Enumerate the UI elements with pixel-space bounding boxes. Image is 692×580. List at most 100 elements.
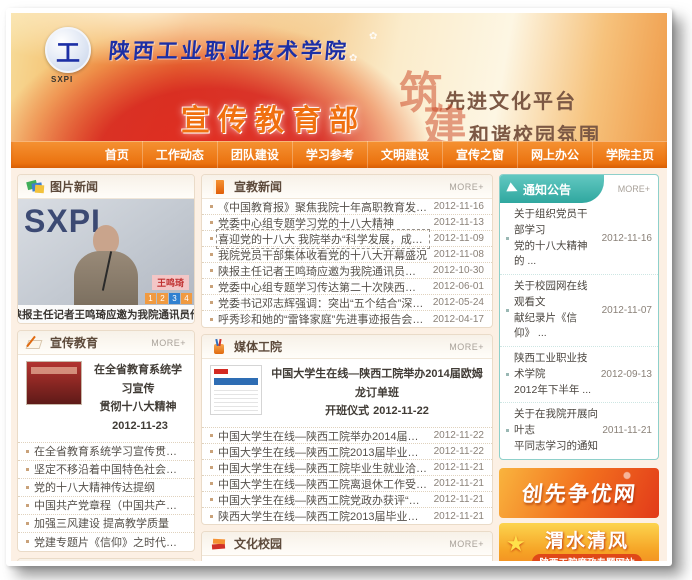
nameplate: 王鸣琦 xyxy=(152,275,189,290)
logo-acronym: SXPI xyxy=(51,75,73,84)
more-link[interactable]: MORE+ xyxy=(151,338,186,348)
right-column: 通知公告 MORE+ 关于组织党员干部学习党的十八大精神的 ... 2012-1… xyxy=(499,174,659,555)
content-area: 图片新闻 SXPI 王鸣琦 1 2 3 4 陕报主 xyxy=(11,168,667,561)
header-banner: 工 SXPI 陕西工业职业技术学院 宣传教育部 筑先进文化平台 建和谐校园氛围 … xyxy=(11,13,667,141)
nav-item-study-reference[interactable]: 学习参考 xyxy=(292,141,367,168)
list-item[interactable]: 党建专题片《信仰》之时代先锋行（视频 ... xyxy=(18,533,194,551)
news-item[interactable]: 陕报主任记者王鸣琦应邀为我院通讯员作第三期业 ...2012-10-30 xyxy=(202,263,492,279)
page-dot-3-active[interactable]: 3 xyxy=(169,293,180,304)
page-dot-4[interactable]: 4 xyxy=(181,293,192,304)
school-logo[interactable]: 工 xyxy=(45,27,91,73)
nav-item-college-home[interactable]: 学院主页 xyxy=(592,141,667,168)
xuanchuan-edu-header: 宣传教育 MORE+ xyxy=(18,331,194,355)
nav-item-publicity-window[interactable]: 宣传之窗 xyxy=(442,141,517,168)
media-gongyuan-box: 媒体工院 MORE+ 中国大学生在线—陕西工院举办2014届欧姆龙订单班 开班仪… xyxy=(201,334,493,525)
list-item[interactable]: 中国共产党章程（中国共产党第十八次全 ... xyxy=(18,497,194,515)
list-item[interactable]: 在全省教育系统学习宣传贯彻十八大精神 xyxy=(18,443,194,461)
left-column: 图片新闻 SXPI 王鸣琦 1 2 3 4 陕报主 xyxy=(17,174,195,555)
notices-title-pill: 通知公告 xyxy=(500,175,604,203)
news-item[interactable]: 呼秀珍和她的“雷锋家庭”先进事迹报告会走进我 ...2012-04-17 xyxy=(202,311,492,327)
logo-glyph: 工 xyxy=(56,33,80,68)
page-dot-2[interactable]: 2 xyxy=(157,293,168,304)
news-item-focused[interactable]: 喜迎党的十八大 我院举办“科学发展，成就辉煌 ...2012-11-09 xyxy=(202,231,492,247)
featured-title: 在全省教育系统学习宣传 贯彻十八大精神2012-11-23 xyxy=(90,361,186,436)
news-item[interactable]: 中国大学生在线—陕西工院毕业生就业洽谈会掠影2012-11-21 xyxy=(202,460,492,476)
pen-icon xyxy=(26,335,44,351)
nav-item-civilization[interactable]: 文明建设 xyxy=(367,141,442,168)
site-root: 工 SXPI 陕西工业职业技术学院 宣传教育部 筑先进文化平台 建和谐校园氛围 … xyxy=(11,13,667,561)
featured-title: 中国大学生在线—陕西工院举办2014届欧姆龙订单班 开班仪式2012-11-22 xyxy=(270,365,484,421)
nav-item-home[interactable]: 首页 xyxy=(92,141,142,168)
main-nav: 首页 工作动态 团队建设 学习参考 文明建设 宣传之窗 网上办公 学院主页 xyxy=(11,141,667,168)
news-item[interactable]: 中国大学生在线—陕西工院举办2014届欧姆龙订单班 ...2012-11-22 xyxy=(202,428,492,444)
speaker-figure xyxy=(70,225,142,305)
news-item[interactable]: 《中国教育报》聚焦我院十年高职教育发展成就2012-11-16 xyxy=(202,199,492,215)
middle-column: 宣教新闻 MORE+ 《中国教育报》聚焦我院十年高职教育发展成就2012-11-… xyxy=(201,174,493,555)
culture-campus-body: 校徽 校训 校歌 校园文化命名释义 xyxy=(202,556,492,561)
list-item[interactable]: 党的十八大精神传达提纲 xyxy=(18,479,194,497)
nav-item-online-office[interactable]: 网上办公 xyxy=(517,141,592,168)
xuanjiao-news-header: 宣教新闻 MORE+ xyxy=(202,175,492,199)
media-featured[interactable]: 中国大学生在线—陕西工院举办2014届欧姆龙订单班 开班仪式2012-11-22 xyxy=(202,359,492,428)
meeting-thumbnail xyxy=(26,361,82,405)
news-item[interactable]: 陕西大学生在线—陕西工院2013届毕业生就业洽谈会 ...2012-11-21 xyxy=(202,508,492,524)
photo-news-box: 图片新闻 SXPI 王鸣琦 1 2 3 4 陕报主 xyxy=(17,174,195,324)
culture-campus-header: 文化校园 MORE+ xyxy=(202,532,492,556)
section-title: 宣教新闻 xyxy=(234,178,282,195)
media-gongyuan-header: 媒体工院 MORE+ xyxy=(202,335,492,359)
photo-news-icon xyxy=(26,179,44,195)
notices-box: 通知公告 MORE+ 关于组织党员干部学习党的十八大精神的 ... 2012-1… xyxy=(499,174,659,460)
video-news-box: 视频新闻 MORE+ xyxy=(17,558,195,561)
notice-item[interactable]: 关于在我院开展向叶志平同志学习的通知 2011-11-21 xyxy=(500,403,658,458)
dove-icon: ✿ xyxy=(369,31,377,42)
news-item[interactable]: 中国大学生在线—陕西工院2013届毕业生就业洽谈会 ...2012-11-22 xyxy=(202,444,492,460)
nav-item-team-building[interactable]: 团队建设 xyxy=(217,141,292,168)
photo-news-header: 图片新闻 xyxy=(18,175,194,199)
banner-chuangxian-zhengyou[interactable]: 创先争优网 xyxy=(499,468,659,518)
notices-header: 通知公告 MORE+ xyxy=(500,175,658,203)
page-dot-1[interactable]: 1 xyxy=(145,293,156,304)
xuanjiao-news-box: 宣教新闻 MORE+ 《中国教育报》聚焦我院十年高职教育发展成就2012-11-… xyxy=(201,174,493,328)
section-title: 媒体工院 xyxy=(234,338,282,355)
nav-item-work-news[interactable]: 工作动态 xyxy=(142,141,217,168)
dove-icon: ✿ xyxy=(349,53,357,64)
webpage-thumbnail xyxy=(210,365,262,415)
more-link[interactable]: MORE+ xyxy=(449,539,484,549)
school-name: 陕西工业职业技术学院 xyxy=(108,35,351,65)
banner-slogan-line2: 建和谐校园氛围 xyxy=(423,91,601,141)
section-title: 宣传教育 xyxy=(50,334,98,351)
more-link[interactable]: MORE+ xyxy=(449,342,484,352)
news-item[interactable]: 党委中心组专题学习传达第二十次陕西高校党建工 ...2012-06-01 xyxy=(202,279,492,295)
photo-pagination: 1 2 3 4 xyxy=(145,293,192,304)
book-icon xyxy=(210,179,228,195)
culture-campus-box: 文化校园 MORE+ 校徽 校训 校歌 校园文化命名释义 xyxy=(201,531,493,561)
notice-item[interactable]: 关于组织党员干部学习党的十八大精神的 ... 2012-11-16 xyxy=(500,203,658,275)
department-title: 宣传教育部 xyxy=(181,97,366,139)
news-item[interactable]: 中国大学生在线—陕西工院党政办获评“全省教育系统办 ...2012-11-21 xyxy=(202,492,492,508)
list-item[interactable]: 坚定不移沿着中国特色社会主义道路前进 ... xyxy=(18,461,194,479)
books-stack-icon xyxy=(210,536,228,552)
xuanchuan-featured[interactable]: 在全省教育系统学习宣传 贯彻十八大精神2012-11-23 xyxy=(18,355,194,443)
banner-weishui-qingfeng[interactable]: ★ 渭水清风 陕西工院廉政专题网站 xyxy=(499,523,659,562)
more-link[interactable]: MORE+ xyxy=(618,184,650,194)
news-item[interactable]: 党委中心组专题学习党的十八大精神2012-11-13 xyxy=(202,215,492,231)
photo-caption-link[interactable]: 陕报主任记者王鸣琦应邀为我院通讯员作 xyxy=(18,305,194,323)
news-item[interactable]: 党委书记邓志辉强调：突出“五个结合”深入贯彻 ...2012-05-24 xyxy=(202,295,492,311)
page-frame: 工 SXPI 陕西工业职业技术学院 宣传教育部 筑先进文化平台 建和谐校园氛围 … xyxy=(6,8,672,566)
news-item[interactable]: 中国大学生在线—陕西工院离退休工作受到省委教育工委 ...2012-11-21 xyxy=(202,476,492,492)
featured-date: 2012-11-23 xyxy=(112,420,168,432)
video-news-header: 视频新闻 MORE+ xyxy=(18,559,194,561)
section-title: 通知公告 xyxy=(523,181,571,198)
notice-item[interactable]: 关于校园网在线观看文献纪录片《信仰》 ... 2012-11-07 xyxy=(500,275,658,347)
section-title: 图片新闻 xyxy=(50,178,98,195)
section-title: 文化校园 xyxy=(234,535,282,552)
notice-item[interactable]: 陕西工业职业技术学院2012年下半年 ... 2012-09-13 xyxy=(500,347,658,403)
more-link[interactable]: MORE+ xyxy=(449,182,484,192)
megaphone-icon xyxy=(506,182,519,195)
xuanchuan-edu-box: 宣传教育 MORE+ 在全省教育系统学习宣传 贯彻十八大精神2012-11-23… xyxy=(17,330,195,552)
list-item[interactable]: 加强三风建设 提高教学质量 xyxy=(18,515,194,533)
featured-date: 2012-11-22 xyxy=(373,405,429,417)
news-item[interactable]: 我院党员干部集体收看党的十八大开幕盛况2012-11-08 xyxy=(202,247,492,263)
party-emblem-icon: ★ xyxy=(506,531,526,557)
photo-news-image[interactable]: SXPI 王鸣琦 1 2 3 4 xyxy=(18,199,194,305)
